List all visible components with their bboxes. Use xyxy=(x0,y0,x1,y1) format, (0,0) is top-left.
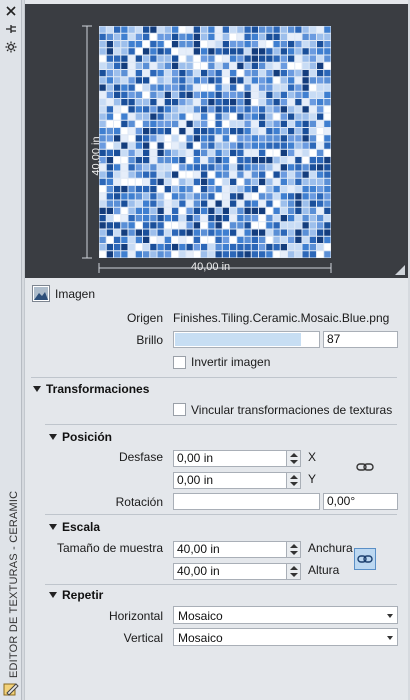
invert-image-label: Invertir imagen xyxy=(191,355,271,369)
preview-height-dimension: 40,00 in xyxy=(90,136,103,176)
horizontal-repeat-value: Mosaico xyxy=(178,609,223,623)
offset-x-field[interactable]: 0,00 in xyxy=(173,450,287,467)
section-divider xyxy=(45,514,397,515)
horizontal-label: Horizontal xyxy=(108,609,163,623)
rotation-slider[interactable] xyxy=(173,493,320,510)
sample-height-spinner[interactable] xyxy=(287,563,301,580)
offset-y-field[interactable]: 0,00 in xyxy=(173,472,287,489)
offset-link-icon[interactable] xyxy=(354,456,376,478)
horizontal-repeat-dropdown[interactable]: Mosaico xyxy=(173,606,398,624)
texture-editor-panel: 40,00 in 40,00 in Imagen Origen Finishes… xyxy=(24,0,408,700)
texture-preview: 40,00 in 40,00 in xyxy=(25,4,408,278)
vertical-repeat-dropdown[interactable]: Mosaico xyxy=(173,628,398,646)
settings-icon[interactable] xyxy=(4,40,18,54)
preview-width-dimension: 40,00 in xyxy=(191,261,231,273)
width-label: Anchura xyxy=(308,541,353,555)
position-header[interactable]: Posición xyxy=(62,430,112,444)
brightness-value-field[interactable]: 87 xyxy=(323,331,398,348)
pin-icon[interactable] xyxy=(4,22,18,36)
offset-x-spinner[interactable] xyxy=(287,450,301,467)
offset-y-spinner[interactable] xyxy=(287,472,301,489)
position-collapse-icon[interactable] xyxy=(49,434,57,440)
brightness-slider[interactable] xyxy=(173,331,320,348)
height-label: Altura xyxy=(308,563,340,577)
section-divider xyxy=(45,584,397,585)
link-transforms-label: Vincular transformaciones de texturas xyxy=(191,403,393,417)
section-divider xyxy=(31,377,397,378)
origin-label: Origen xyxy=(126,311,163,325)
resize-grip-icon[interactable] xyxy=(395,265,405,275)
chevron-down-icon xyxy=(387,614,393,618)
transformations-header[interactable]: Transformaciones xyxy=(46,382,149,396)
palette-title-text: EDITOR DE TEXTURAS - CERAMIC xyxy=(8,490,20,678)
invert-image-checkbox[interactable] xyxy=(173,356,186,369)
transformations-collapse-icon[interactable] xyxy=(33,386,41,392)
palette-title: EDITOR DE TEXTURAS - CERAMIC xyxy=(2,478,20,678)
offset-x-label: X xyxy=(308,450,317,464)
scale-link-toggle-icon[interactable] xyxy=(354,548,376,570)
sample-width-field[interactable]: 40,00 in xyxy=(173,541,287,558)
image-label: Imagen xyxy=(55,287,96,301)
image-thumbnail-icon[interactable] xyxy=(32,285,50,302)
section-divider xyxy=(45,424,397,425)
sample-width-spinner[interactable] xyxy=(287,541,301,558)
sample-size-label: Tamaño de muestra xyxy=(56,541,163,555)
texture-editor-icon xyxy=(3,681,19,697)
sample-height-field[interactable]: 40,00 in xyxy=(173,563,287,580)
rotation-label: Rotación xyxy=(115,495,163,509)
brightness-slider-fill xyxy=(175,333,302,346)
rotation-value-field[interactable]: 0,00° xyxy=(323,493,398,510)
origin-value[interactable]: Finishes.Tiling.Ceramic.Mosaic.Blue.png xyxy=(173,311,389,325)
vertical-label: Vertical xyxy=(123,631,163,645)
chevron-down-icon xyxy=(387,636,393,640)
brightness-label: Brillo xyxy=(136,333,163,347)
close-icon[interactable] xyxy=(4,4,18,18)
offset-y-label: Y xyxy=(308,472,317,486)
texture-preview-canvas xyxy=(82,25,332,273)
palette-titlebar: EDITOR DE TEXTURAS - CERAMIC xyxy=(0,0,22,700)
repeat-header[interactable]: Repetir xyxy=(62,588,103,602)
repeat-collapse-icon[interactable] xyxy=(49,592,57,598)
offset-label: Desfase xyxy=(118,450,163,464)
vertical-repeat-value: Mosaico xyxy=(178,631,223,645)
scale-header[interactable]: Escala xyxy=(62,520,100,534)
link-transforms-checkbox[interactable] xyxy=(173,403,186,416)
scale-collapse-icon[interactable] xyxy=(49,524,57,530)
